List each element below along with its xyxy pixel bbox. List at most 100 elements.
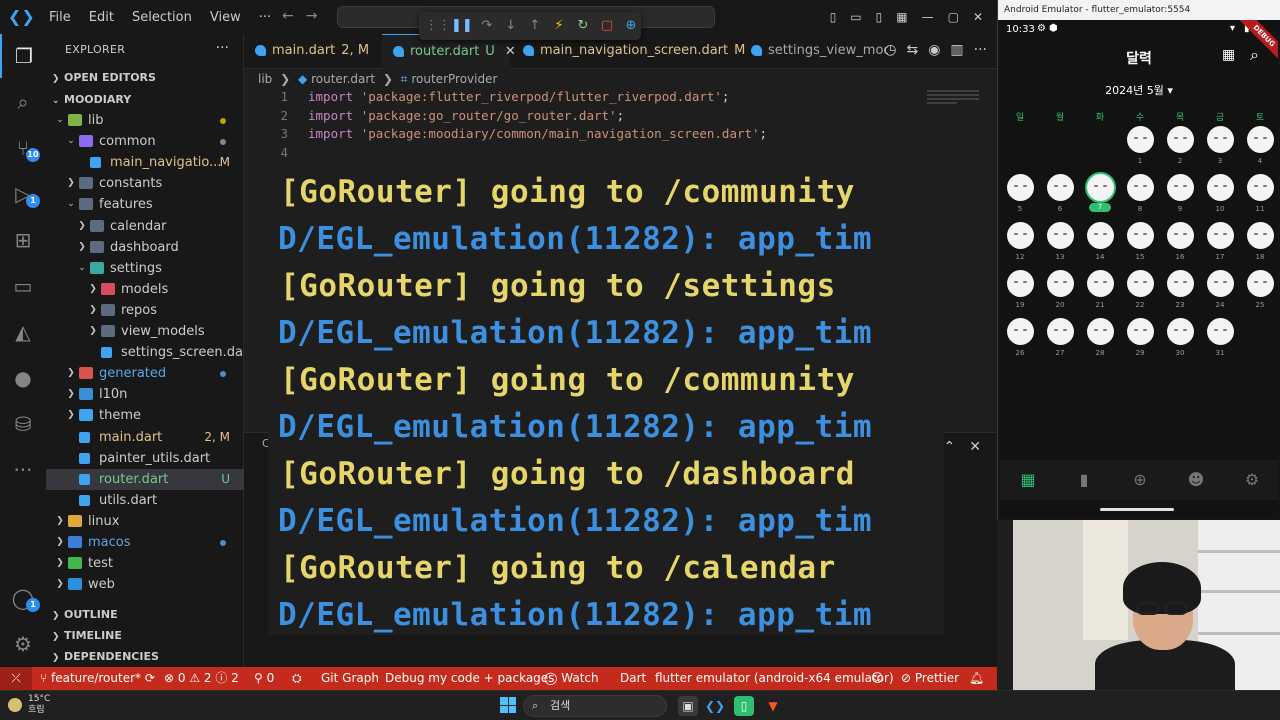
menu-more[interactable]: ··· bbox=[250, 10, 280, 25]
menu-edit[interactable]: Edit bbox=[80, 10, 123, 25]
brave-browser-icon[interactable]: ▼ bbox=[763, 696, 783, 716]
breadcrumb-symbol[interactable]: routerProvider bbox=[411, 72, 497, 86]
calendar-day[interactable]: 17 bbox=[1200, 222, 1240, 268]
explorer-item[interactable]: ⌄ common bbox=[46, 131, 244, 152]
forward-arrow-icon[interactable]: → bbox=[306, 8, 318, 24]
devtools-icon[interactable]: ⊕ bbox=[621, 12, 641, 40]
drag-handle-icon[interactable]: ⋮⋮ bbox=[425, 12, 451, 40]
explorer-item[interactable]: painter_utils.dart bbox=[46, 448, 244, 469]
git-graph-button[interactable]: Git Graph bbox=[321, 667, 379, 690]
open-changes-icon[interactable]: ◉ bbox=[928, 42, 940, 58]
calendar-day[interactable]: 14 bbox=[1080, 222, 1120, 268]
explorer-item[interactable]: ⌄ features bbox=[46, 194, 244, 215]
notifications-bell-icon[interactable]: 🔔︎ bbox=[969, 667, 984, 690]
calendar-day[interactable]: 27 bbox=[1040, 318, 1080, 364]
calendar-day[interactable]: 25 bbox=[1240, 270, 1278, 316]
vscode-taskbar-icon[interactable]: ❮❯ bbox=[705, 696, 725, 716]
calendar-day[interactable]: 6 bbox=[1040, 174, 1080, 220]
calendar-day[interactable]: 15 bbox=[1120, 222, 1160, 268]
calendar-day[interactable]: 20 bbox=[1040, 270, 1080, 316]
step-over-icon[interactable]: ↷ bbox=[477, 12, 497, 40]
explorer-item[interactable]: ❯ web bbox=[46, 574, 244, 595]
maximize-panel-icon[interactable]: ⌃ bbox=[944, 439, 956, 455]
explorer-item[interactable]: ❯ constants bbox=[46, 173, 244, 194]
explorer-item[interactable]: ❯ dashboard bbox=[46, 237, 244, 258]
calendar-day[interactable]: 21 bbox=[1080, 270, 1120, 316]
accounts-icon[interactable]: ◯ 1 bbox=[0, 576, 46, 620]
month-selector[interactable]: 2024년 5월 ▾ bbox=[1000, 82, 1278, 98]
gesture-bar[interactable] bbox=[1100, 508, 1174, 511]
compare-icon[interactable]: ⇆ bbox=[906, 42, 918, 58]
tab-main-dart[interactable]: main.dart 2, M bbox=[244, 34, 380, 69]
extensions-icon[interactable]: ⊞ bbox=[0, 218, 46, 262]
code-line[interactable]: 2 import 'package:go_router/go_router.dar… bbox=[244, 107, 894, 126]
open-editors-section[interactable]: ❯ OPEN EDITORS bbox=[46, 67, 244, 88]
remote-explorer-icon[interactable]: ▭ bbox=[0, 264, 46, 308]
minimize-icon[interactable]: — bbox=[922, 10, 934, 24]
calendar-day[interactable]: 30 bbox=[1160, 318, 1200, 364]
nav-dashboard-icon[interactable]: ▮ bbox=[1056, 470, 1112, 489]
explorer-item[interactable]: router.dart U bbox=[46, 468, 244, 490]
explorer-item[interactable]: ❯ calendar bbox=[46, 216, 244, 237]
explorer-item[interactable]: ❯ view_models bbox=[46, 321, 244, 342]
nav-settings-icon[interactable]: ⚙ bbox=[1224, 470, 1278, 489]
explorer-item[interactable]: ❯ models bbox=[46, 279, 244, 300]
calendar-today-icon[interactable]: ▦ bbox=[1222, 47, 1235, 63]
toggle-sidebar-icon[interactable]: ▯ bbox=[830, 10, 837, 24]
calendar-day[interactable]: 5 bbox=[1000, 174, 1040, 220]
menu-view[interactable]: View bbox=[201, 10, 250, 25]
search-icon[interactable]: ⌕ bbox=[0, 80, 46, 124]
calendar-day[interactable]: 31 bbox=[1200, 318, 1240, 364]
stop-icon[interactable]: ▢ bbox=[597, 12, 617, 40]
debug-launch-icon[interactable]: ⛭ bbox=[292, 667, 302, 690]
taskbar-search[interactable]: ⌕ 검색 bbox=[523, 695, 667, 717]
tab-settings-view-model[interactable]: settings_view_model. bbox=[740, 34, 888, 69]
remote-indicator-icon[interactable]: ⤫ bbox=[0, 667, 32, 690]
step-out-icon[interactable]: ↑ bbox=[525, 12, 545, 40]
calendar-day[interactable]: 23 bbox=[1160, 270, 1200, 316]
layout-icon[interactable]: ▦ bbox=[896, 10, 907, 24]
outline-section[interactable]: ❯ OUTLINE bbox=[46, 604, 244, 625]
calendar-day[interactable]: 13 bbox=[1040, 222, 1080, 268]
flutter-device[interactable]: flutter emulator (android-x64 emulator) bbox=[655, 667, 894, 690]
explorer-item[interactable]: ❯ repos bbox=[46, 300, 244, 321]
explorer-icon[interactable]: ❐ bbox=[0, 34, 46, 78]
toggle-panel-icon[interactable]: ▭ bbox=[850, 10, 861, 24]
language-mode[interactable]: Dart bbox=[620, 667, 646, 690]
emulator-taskbar-icon[interactable]: ▯ bbox=[734, 696, 754, 716]
breadcrumb-file[interactable]: router.dart bbox=[311, 72, 375, 86]
watch-button[interactable]: ◯ Watch bbox=[544, 667, 599, 690]
github-icon[interactable]: ● bbox=[0, 356, 46, 400]
run-debug-icon[interactable]: ▷ 1 bbox=[0, 172, 46, 216]
menu-file[interactable]: File bbox=[40, 10, 80, 25]
calendar-day[interactable]: 7 bbox=[1080, 174, 1120, 220]
calendar-day[interactable]: 24 bbox=[1200, 270, 1240, 316]
task-view-icon[interactable]: ▣ bbox=[678, 696, 698, 716]
weather-icon[interactable] bbox=[8, 698, 22, 712]
maximize-icon[interactable]: ▢ bbox=[948, 10, 959, 24]
weather-widget[interactable]: 15°C 흐림 bbox=[28, 694, 50, 716]
timeline-history-icon[interactable]: ◷ bbox=[884, 42, 896, 58]
pause-icon[interactable]: ❚❚ bbox=[451, 12, 473, 40]
toggle-secondary-sidebar-icon[interactable]: ▯ bbox=[876, 10, 883, 24]
close-panel-icon[interactable]: ✕ bbox=[969, 439, 981, 455]
ports-indicator[interactable]: ⚲ 0 bbox=[254, 667, 274, 690]
calendar-day[interactable]: 12 bbox=[1000, 222, 1040, 268]
explorer-item[interactable]: ❯ macos bbox=[46, 532, 244, 553]
calendar-day[interactable]: 1 bbox=[1120, 126, 1160, 172]
calendar-day[interactable]: 26 bbox=[1000, 318, 1040, 364]
calendar-day[interactable]: 22 bbox=[1120, 270, 1160, 316]
calendar-day[interactable]: 4 bbox=[1240, 126, 1278, 172]
explorer-item[interactable]: main_navigatio... M bbox=[46, 152, 244, 173]
flutter-icon[interactable]: ◭ bbox=[0, 310, 46, 354]
calendar-day[interactable]: 29 bbox=[1120, 318, 1160, 364]
explorer-item[interactable]: main.dart 2, M bbox=[46, 427, 244, 448]
nav-calendar-icon[interactable]: ▦ bbox=[1000, 470, 1056, 489]
breadcrumb-folder[interactable]: lib bbox=[258, 72, 272, 86]
editor-more-icon[interactable]: ··· bbox=[974, 42, 987, 58]
calendar-day[interactable]: 3 bbox=[1200, 126, 1240, 172]
nav-community-icon[interactable]: ☻ bbox=[1168, 470, 1224, 489]
copilot-icon[interactable]: ☺ bbox=[871, 667, 884, 690]
step-into-icon[interactable]: ↓ bbox=[501, 12, 521, 40]
explorer-item[interactable]: ⌄ lib bbox=[46, 110, 244, 131]
